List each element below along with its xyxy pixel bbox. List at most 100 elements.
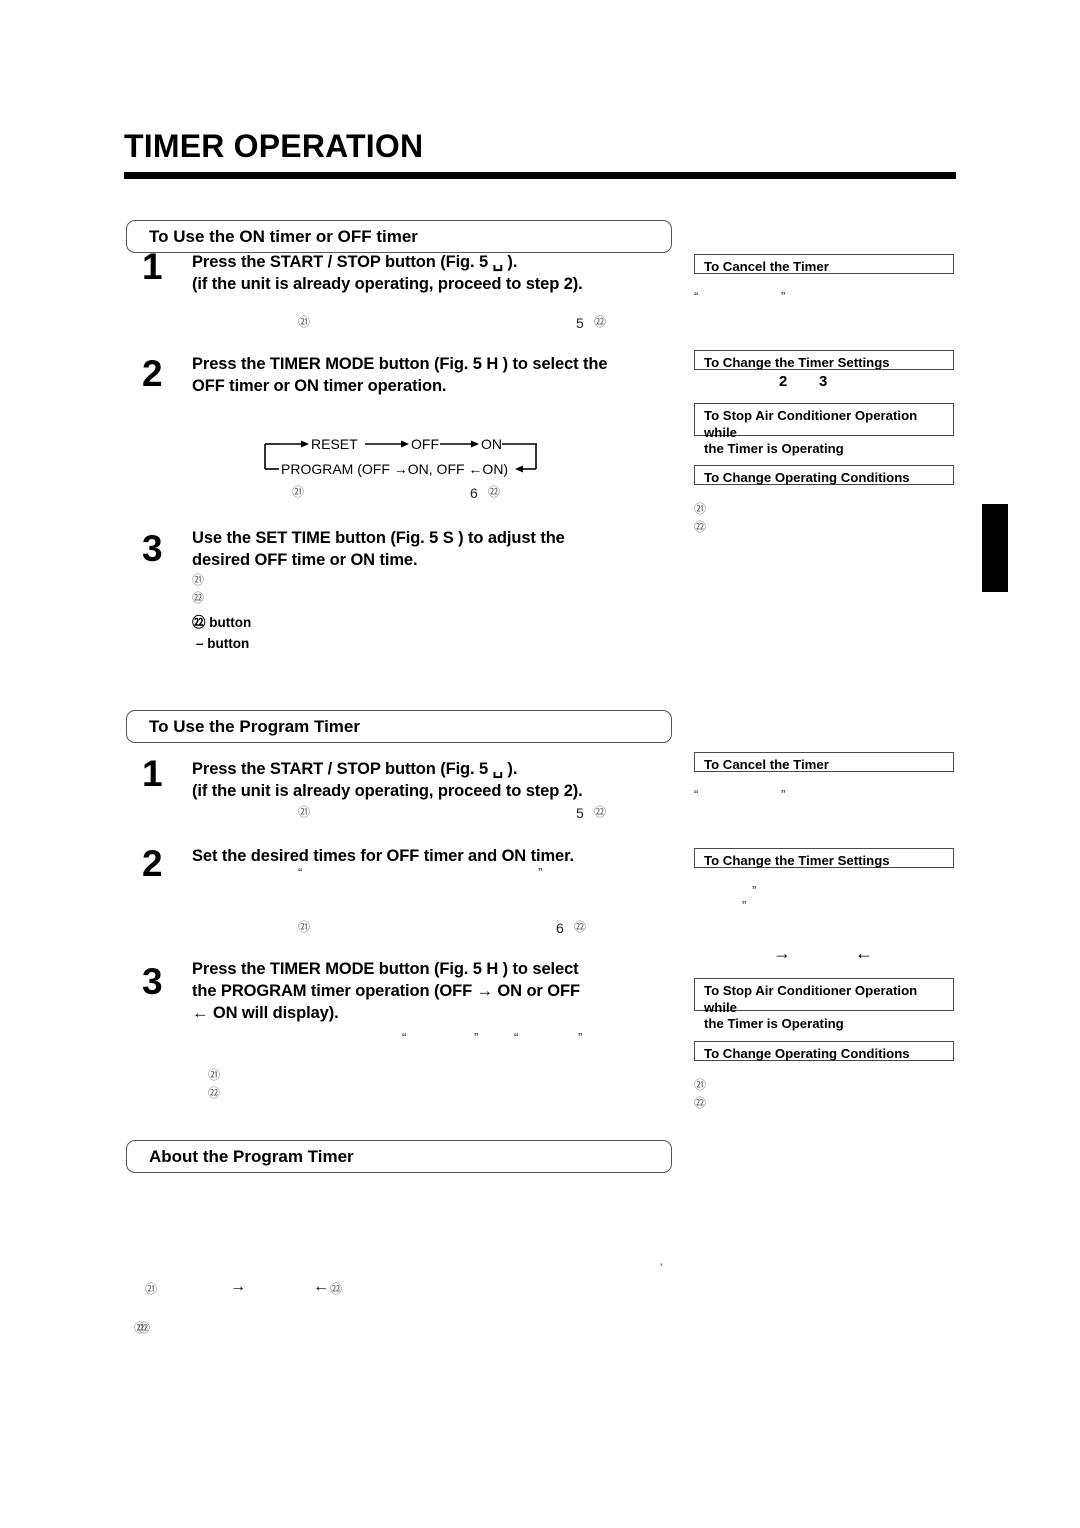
orphan-quote-close: ” xyxy=(538,865,543,880)
section-header-label: To Use the Program Timer xyxy=(149,717,360,736)
ref-mark-22: ㉑ xyxy=(298,315,311,329)
ref-number-5: 5 xyxy=(576,315,584,331)
step-line-1: Press the TIMER MODE button (Fig. 5 H ) … xyxy=(192,355,608,373)
ref-mark-22: ㉑ xyxy=(694,1078,707,1092)
ref-mark-23: ㉒ xyxy=(594,315,607,329)
orphan-quote-open: “ xyxy=(514,1030,519,1045)
ref-mark-22: ㉑ xyxy=(292,485,305,499)
arrow-left-icon: ← xyxy=(855,943,873,963)
right-box-label: To Cancel the Timer xyxy=(704,757,829,772)
section-header-program-timer: To Use the Program Timer xyxy=(126,710,672,743)
ref-step-number-2: 2 xyxy=(779,373,788,390)
step-text: Use the SET TIME button (Fig. 5 S ) to a… xyxy=(192,528,684,572)
right-box-change-timer-settings: To Change the Timer Settings xyxy=(694,350,954,370)
step-line-1: Press the TIMER MODE button (Fig. 5 H ) … xyxy=(192,960,579,978)
right-box-label: To Stop Air Conditioner Operation while … xyxy=(704,408,918,457)
arrow-right-icon: → xyxy=(773,943,791,963)
ref-mark-23: ㉒ xyxy=(594,805,607,819)
step-line-3: ← ON will display). xyxy=(192,1003,339,1022)
step-text: Press the TIMER MODE button (Fig. 5 H ) … xyxy=(192,354,684,398)
orphan-quote-open: “ xyxy=(298,865,303,880)
step-line-1: Set the desired times for OFF timer and … xyxy=(192,847,575,865)
svg-text:OFF: OFF xyxy=(411,436,439,452)
right-box-stop-operation: To Stop Air Conditioner Operation while … xyxy=(694,978,954,1031)
ref-mark-23: ㉒ xyxy=(192,591,205,605)
orphan-quote-close: ” xyxy=(742,898,747,913)
orphan-quote-open: “ xyxy=(694,787,699,802)
step-text: Press the START / STOP button (Fig. 5 ␣ … xyxy=(192,252,682,296)
step-line-2: desired OFF time or ON time. xyxy=(192,550,418,569)
orphan-quote-close: ” xyxy=(781,787,786,802)
right-box-stop-operation: To Stop Air Conditioner Operation while … xyxy=(694,403,954,456)
ref-mark-22: ㉑ xyxy=(298,805,311,819)
orphan-quote-close: ” xyxy=(752,883,757,898)
arrow-right-icon: → xyxy=(230,1278,246,1295)
step-number: 3 xyxy=(142,528,163,569)
svg-text:RESET: RESET xyxy=(311,436,358,452)
ref-mark-23: ㉒ xyxy=(330,1282,343,1296)
right-box-label: To Change the Timer Settings xyxy=(704,355,890,370)
set-time-plus-button-label: ㉒ button xyxy=(192,615,252,630)
step-number: 2 xyxy=(142,843,163,884)
ref-mark-22: ㉑ xyxy=(298,920,311,934)
step-line-2: (if the unit is already operating, proce… xyxy=(192,274,583,293)
ref-mark-23: ㉒ xyxy=(574,920,587,934)
title-rule xyxy=(124,172,956,179)
right-box-cancel-timer: To Cancel the Timer xyxy=(694,254,954,274)
orphan-quote-open: “ xyxy=(402,1030,407,1045)
page-title: TIMER OPERATION xyxy=(124,128,424,164)
right-box-change-timer-settings: To Change the Timer Settings xyxy=(694,848,954,868)
section-header-label: About the Program Timer xyxy=(149,1147,354,1166)
section-header-on-off-timer: To Use the ON timer or OFF timer xyxy=(126,220,672,253)
arrow-left-icon: ← xyxy=(313,1278,329,1295)
svg-text:PROGRAM (OFF →ON, OFF ←ON): PROGRAM (OFF →ON, OFF ←ON) xyxy=(281,461,508,477)
ref-mark-22: ㉑ xyxy=(694,502,707,516)
set-time-minus-button-label: – button xyxy=(196,636,250,651)
section-header-about-program-timer: About the Program Timer xyxy=(126,1140,672,1173)
right-box-cancel-timer: To Cancel the Timer xyxy=(694,752,954,772)
right-box-label: To Cancel the Timer xyxy=(704,259,829,274)
step-line-1: Press the START / STOP button (Fig. 5 ␣ … xyxy=(192,760,518,778)
right-box-label: To Change Operating Conditions xyxy=(704,470,910,485)
ref-mark-22: ㉑ xyxy=(208,1068,221,1082)
step-number: 2 xyxy=(142,353,163,394)
right-box-change-operating-conditions: To Change Operating Conditions xyxy=(694,465,954,485)
orphan-quote-close: ” xyxy=(474,1030,479,1045)
step-number: 1 xyxy=(142,246,163,287)
step-number: 3 xyxy=(142,961,163,1002)
step-number: 1 xyxy=(142,753,163,794)
ref-mark-22: ㉑ xyxy=(192,573,205,587)
step-text: Press the START / STOP button (Fig. 5 ␣ … xyxy=(192,759,682,803)
step-line-1: Press the START / STOP button (Fig. 5 ␣ … xyxy=(192,253,518,271)
timer-mode-flow-diagram: RESET OFF ON PROGRAM (OFF →ON, OFF ←ON) xyxy=(255,432,555,482)
ref-number-6: 6 xyxy=(556,920,564,936)
step-line-2: the PROGRAM timer operation (OFF → ON or… xyxy=(192,981,580,1000)
right-box-change-operating-conditions: To Change Operating Conditions xyxy=(694,1041,954,1061)
step-text: Press the TIMER MODE button (Fig. 5 H ) … xyxy=(192,959,658,1025)
ref-mark-23: ㉒ xyxy=(208,1086,221,1100)
ref-step-number-3: 3 xyxy=(819,373,828,390)
step-line-2: OFF timer or ON timer operation. xyxy=(192,376,447,395)
right-box-label: To Change Operating Conditions xyxy=(704,1046,910,1061)
page-thumb-tab xyxy=(982,504,1008,592)
stray-apostrophe: ’ xyxy=(660,1262,663,1274)
ref-number-6: 6 xyxy=(470,485,478,501)
ref-mark-22: ㉑ xyxy=(145,1282,158,1296)
ref-mark-23: ㉒ xyxy=(488,485,501,499)
right-box-label: To Stop Air Conditioner Operation while … xyxy=(704,983,918,1032)
ref-number-5: 5 xyxy=(576,805,584,821)
right-box-label: To Change the Timer Settings xyxy=(704,853,890,868)
orphan-quote-close: ” xyxy=(781,289,786,304)
ref-mark-23: ㉒ xyxy=(694,1096,707,1110)
step-line-1: Use the SET TIME button (Fig. 5 S ) to a… xyxy=(192,529,565,547)
svg-text:ON: ON xyxy=(481,436,502,452)
document-page: TIMER OPERATION To Use the ON timer or O… xyxy=(0,0,1080,1528)
ref-mark-23: ㉒ xyxy=(694,520,707,534)
orphan-quote-open: “ xyxy=(694,289,699,304)
flow-diagram-svg: RESET OFF ON PROGRAM (OFF →ON, OFF ←ON) xyxy=(264,436,537,477)
section-header-label: To Use the ON timer or OFF timer xyxy=(149,227,418,246)
step-line-2: (if the unit is already operating, proce… xyxy=(192,781,583,800)
step-text: Set the desired times for OFF timer and … xyxy=(192,846,684,868)
ref-mark-23-overlap: ㉒ xyxy=(138,1321,151,1335)
orphan-quote-close: ” xyxy=(578,1030,583,1045)
